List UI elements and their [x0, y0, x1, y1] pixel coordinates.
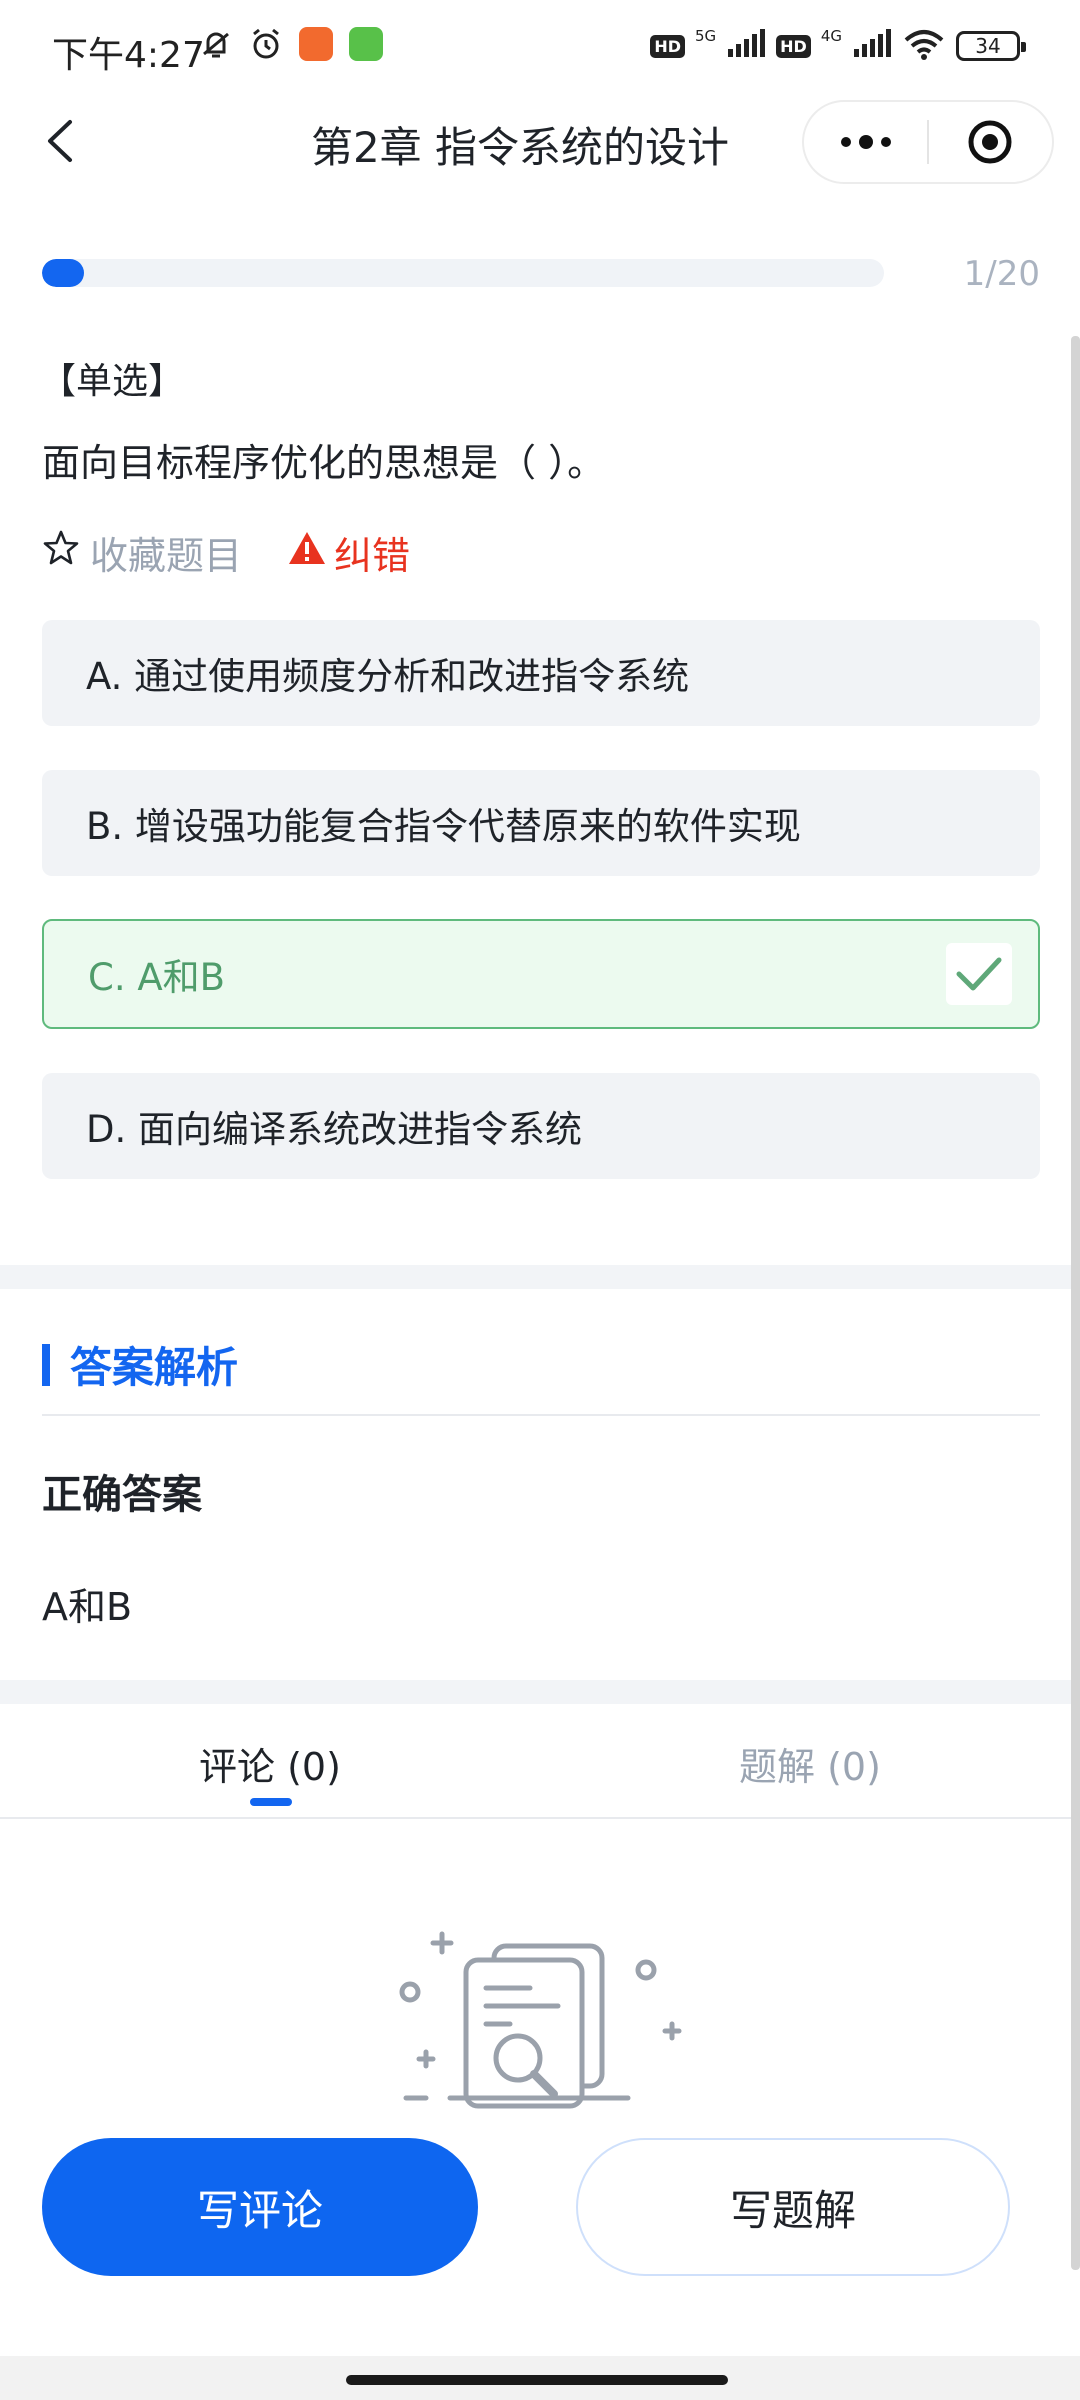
status-bar: 下午4:27 HD 5G HD 4G 34: [0, 0, 1080, 96]
report-error-button[interactable]: 纠错: [288, 525, 410, 580]
option-label: C. A和B: [88, 956, 226, 999]
app-green-icon: [348, 26, 384, 62]
option-label: B. 增设强功能复合指令代替原来的软件实现: [86, 805, 801, 848]
question-text: 面向目标程序优化的思想是（ ）。: [42, 441, 606, 485]
app-orange-icon: [298, 26, 334, 62]
status-left-icons: [198, 26, 384, 62]
progress-bar: [42, 259, 884, 287]
status-time: 下午4:27: [52, 35, 205, 76]
analysis-heading: 答案解析: [42, 1334, 238, 1395]
nav-bar: 第2章 指令系统的设计: [0, 96, 1080, 186]
favorite-button[interactable]: 收藏题目: [42, 525, 242, 580]
signal-icon-2: [852, 29, 892, 63]
progress-counter: 1/20: [963, 254, 1040, 294]
star-icon: [42, 529, 80, 576]
analysis-title: 答案解析: [70, 1343, 239, 1392]
tab-comments[interactable]: 评论 (0): [0, 1736, 540, 1791]
option-label: A. 通过使用频度分析和改进指令系统: [86, 655, 690, 698]
question-type: 【单选】: [40, 361, 185, 402]
write-solution-button[interactable]: 写题解: [576, 2138, 1010, 2276]
target-icon[interactable]: [929, 102, 1052, 182]
option-label: D. 面向编译系统改进指令系统: [86, 1108, 583, 1151]
battery-indicator: 34: [956, 31, 1026, 61]
tabs-divider: [0, 1817, 1080, 1819]
tab-solutions[interactable]: 题解 (0): [540, 1736, 1080, 1791]
mini-program-capsule: [802, 100, 1054, 184]
home-indicator[interactable]: [346, 2375, 728, 2385]
option-d[interactable]: D. 面向编译系统改进指令系统: [42, 1073, 1040, 1179]
alarm-icon: [248, 26, 284, 62]
hd-badge: HD: [650, 34, 685, 58]
warning-icon: [288, 530, 326, 575]
active-tab-indicator: [250, 1798, 292, 1806]
wifi-icon: [902, 28, 946, 64]
divider: [42, 1414, 1040, 1416]
option-a[interactable]: A. 通过使用频度分析和改进指令系统: [42, 620, 1040, 726]
status-right-icons: HD 5G HD 4G 34: [650, 27, 1026, 64]
option-b[interactable]: B. 增设强功能复合指令代替原来的软件实现: [42, 770, 1040, 876]
write-comment-button[interactable]: 写评论: [42, 2138, 478, 2276]
signal-icon: [726, 29, 766, 63]
favorite-label: 收藏题目: [90, 534, 243, 578]
heading-accent-bar: [42, 1343, 50, 1386]
comment-tabs: 评论 (0) 题解 (0): [0, 1706, 1080, 1818]
hd-badge-2: HD: [776, 34, 811, 58]
correct-answer-value: A和B: [42, 1585, 133, 1629]
progress-fill: [42, 259, 85, 287]
network-label: 5G: [694, 27, 717, 45]
network-label-2: 4G: [820, 27, 842, 45]
more-dots-icon[interactable]: [804, 102, 927, 182]
mute-bell-icon: [198, 26, 234, 62]
empty-documents-icon: [390, 1920, 690, 2120]
question-actions: 收藏题目 纠错: [42, 525, 410, 580]
section-separator: [0, 1265, 1080, 1289]
section-separator: [0, 1680, 1080, 1704]
scrollbar[interactable]: [1071, 336, 1080, 2270]
correct-answer-label: 正确答案: [42, 1472, 202, 1518]
report-label: 纠错: [334, 534, 411, 578]
option-c[interactable]: C. A和B: [42, 919, 1040, 1029]
check-icon: [946, 943, 1012, 1005]
